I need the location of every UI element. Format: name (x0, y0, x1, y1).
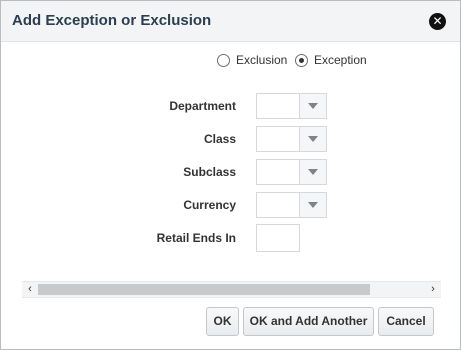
department-select[interactable] (256, 93, 327, 119)
horizontal-scrollbar[interactable]: ‹ › (22, 281, 441, 298)
exclusion-radio-circle[interactable] (217, 54, 230, 67)
scrollbar-thumb[interactable] (38, 284, 370, 295)
class-label: Class (203, 132, 236, 146)
chevron-right-icon[interactable]: › (426, 282, 440, 297)
exception-radio-label: Exception (314, 53, 367, 67)
exception-radio-circle[interactable] (295, 54, 308, 67)
retail-ends-in-input[interactable] (256, 224, 300, 252)
currency-label: Currency (183, 198, 236, 212)
chevron-down-icon[interactable] (299, 94, 326, 118)
department-label: Department (169, 99, 236, 113)
ok-and-add-another-button[interactable]: OK and Add Another (243, 307, 374, 336)
chevron-down-icon[interactable] (299, 160, 326, 184)
dialog-header: Add Exception or Exclusion ✕ (1, 1, 460, 42)
dialog-title: Add Exception or Exclusion (12, 12, 212, 29)
chevron-down-icon[interactable] (299, 193, 326, 217)
class-select[interactable] (256, 126, 327, 152)
cancel-button[interactable]: Cancel (378, 307, 434, 336)
chevron-left-icon[interactable]: ‹ (23, 282, 37, 297)
subclass-label: Subclass (183, 165, 236, 179)
add-exception-dialog: Add Exception or Exclusion ✕ Exclusion E… (0, 0, 461, 350)
currency-select[interactable] (256, 192, 327, 218)
subclass-select[interactable] (256, 159, 327, 185)
exclusion-radio-label: Exclusion (236, 53, 288, 67)
close-icon[interactable]: ✕ (429, 13, 446, 30)
retail-ends-in-label: Retail Ends In (156, 231, 236, 245)
chevron-down-icon[interactable] (299, 127, 326, 151)
ok-button[interactable]: OK (206, 307, 239, 336)
